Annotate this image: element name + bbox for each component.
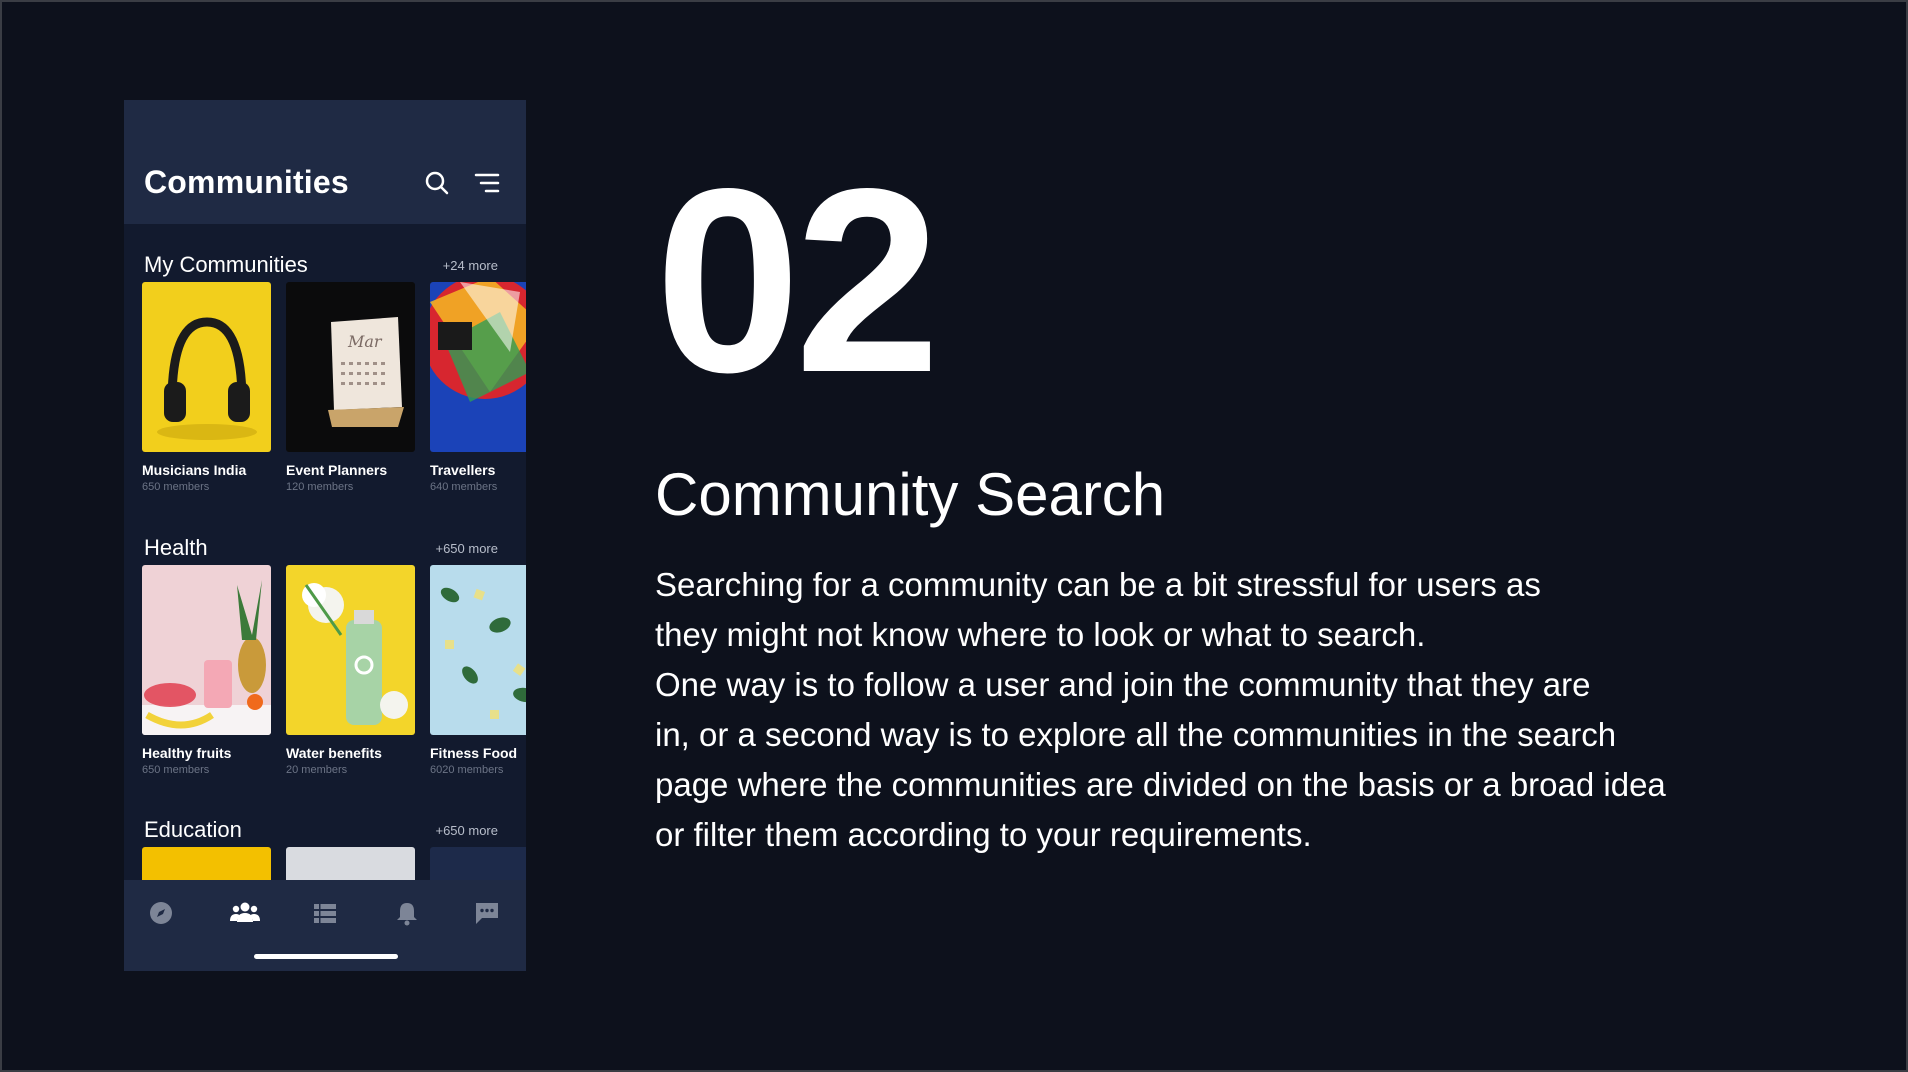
slide-description: Searching for a community can be a bit s… (655, 560, 1855, 860)
chat-icon[interactable] (472, 898, 502, 928)
fruits-image (142, 565, 271, 735)
card-name: Fitness Food (430, 745, 518, 761)
card-members: 650 members (142, 481, 210, 493)
card-name: Musicians India (142, 462, 247, 478)
card-members: 20 members (286, 764, 348, 776)
description-line: Searching for a community can be a bit s… (655, 566, 1541, 603)
slide-title: Community Search (655, 461, 1166, 528)
page-title: Communities (144, 164, 349, 200)
hot-air-balloon-image (430, 282, 526, 452)
card-name: Travellers (430, 462, 496, 478)
description-line: page where the communities are divided o… (655, 766, 1666, 803)
section-title: Education (144, 817, 242, 842)
phone-mockup: Communities My Communities +24 more Musi… (124, 100, 526, 971)
home-indicator (254, 954, 398, 959)
card-name: Healthy fruits (142, 745, 232, 761)
compass-icon[interactable] (146, 898, 176, 928)
description-line: or filter them according to your require… (655, 816, 1312, 853)
community-icon[interactable] (230, 898, 260, 928)
more-link[interactable]: +24 more (443, 258, 498, 273)
community-card-water-benefits[interactable]: Water benefits 20 members (286, 565, 415, 776)
filter-menu-icon[interactable] (472, 168, 502, 198)
community-card-fitness-food[interactable]: Fitness Food 6020 members (430, 565, 526, 776)
description-line: One way is to follow a user and join the… (655, 666, 1591, 703)
section-title: My Communities (144, 252, 308, 277)
community-card-event-planners[interactable]: Mar Event Planners 120 members (286, 282, 415, 493)
card-members: 120 members (286, 481, 354, 493)
description-line: in, or a second way is to explore all th… (655, 716, 1617, 753)
community-card-healthy-fruits[interactable]: Healthy fruits 650 members (142, 565, 271, 776)
headphones-image (142, 282, 271, 452)
description-line: they might not know where to look or wha… (655, 616, 1426, 653)
card-members: 640 members (430, 481, 498, 493)
bell-icon[interactable] (392, 898, 422, 928)
card-name: Water benefits (286, 745, 382, 761)
water-bottle-image (286, 565, 415, 735)
phone-header: Communities (124, 100, 526, 224)
card-members: 650 members (142, 764, 210, 776)
community-card-travellers[interactable]: Travellers 640 members (430, 282, 526, 493)
feed-icon[interactable] (310, 898, 340, 928)
card-members: 6020 members (430, 764, 504, 776)
card-name: Event Planners (286, 462, 388, 478)
community-card-musicians[interactable]: Musicians India 650 members (142, 282, 271, 493)
calendar-image: Mar (286, 282, 415, 452)
more-link[interactable]: +650 more (435, 541, 498, 556)
search-icon[interactable] (422, 168, 452, 198)
section-title: Health (144, 535, 208, 560)
more-link[interactable]: +650 more (435, 823, 498, 838)
fitness-food-image (430, 565, 526, 735)
svg-text:Mar: Mar (347, 332, 383, 351)
slide-number: 02 (655, 134, 940, 427)
